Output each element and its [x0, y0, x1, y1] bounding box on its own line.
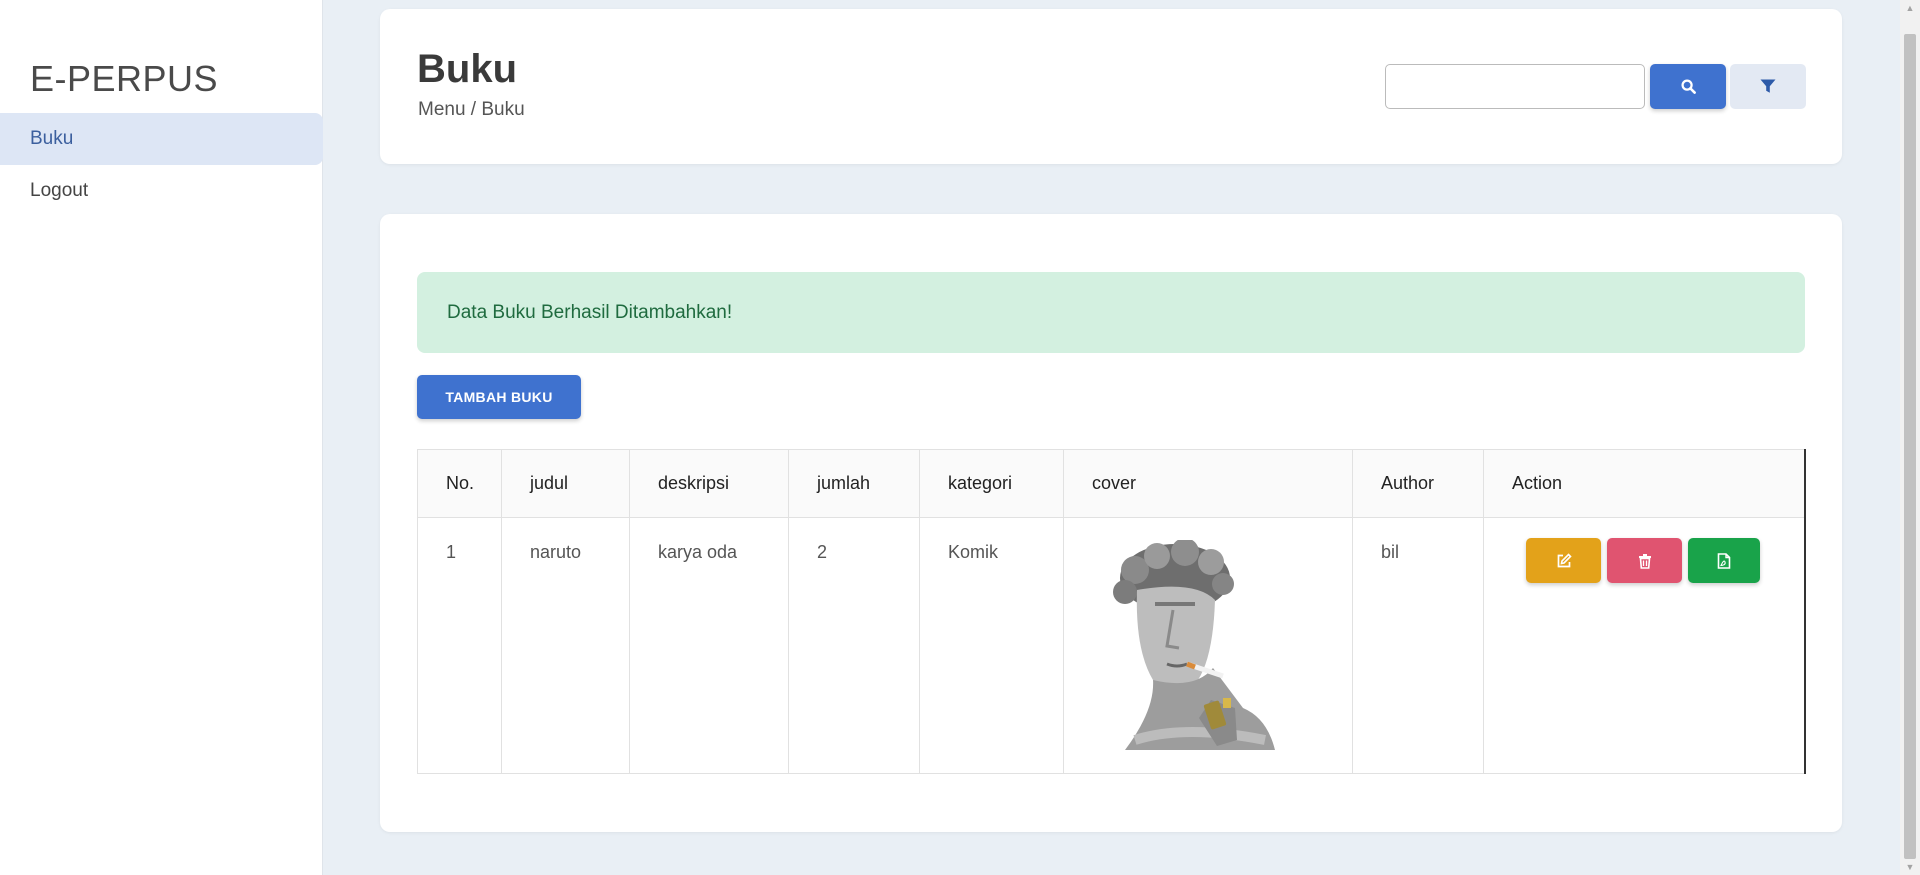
cell-cover: [1063, 517, 1353, 774]
row-actions: [1512, 538, 1804, 583]
delete-button[interactable]: [1607, 538, 1682, 583]
filter-icon: [1760, 79, 1776, 93]
cell-deskripsi: karya oda: [629, 517, 789, 774]
add-book-button[interactable]: TAMBAH BUKU: [417, 375, 581, 419]
filter-button[interactable]: [1730, 64, 1806, 109]
breadcrumb: Menu / Buku: [418, 99, 525, 120]
column-header-jumlah: jumlah: [788, 449, 920, 518]
cell-no: 1: [417, 517, 502, 774]
search-input[interactable]: [1385, 64, 1645, 109]
column-header-judul: judul: [501, 449, 630, 518]
trash-icon: [1638, 553, 1651, 569]
scrollbar-thumb[interactable]: [1904, 34, 1916, 859]
edit-icon: [1557, 552, 1572, 567]
column-header-no: No.: [417, 449, 502, 518]
column-header-kategori: kategori: [919, 449, 1064, 518]
main-card: Data Buku Berhasil Ditambahkan! TAMBAH B…: [380, 214, 1842, 832]
cell-author: bil: [1352, 517, 1484, 774]
search-button[interactable]: [1650, 64, 1726, 109]
table-row: 1 naruto karya oda 2 Komik bil: [417, 517, 1806, 774]
header-card: Buku Menu / Buku: [380, 9, 1842, 164]
brand-title: E-PERPUS: [30, 58, 219, 99]
pdf-button[interactable]: [1688, 538, 1760, 583]
cover-image: [1113, 540, 1275, 750]
scroll-up-arrow-icon[interactable]: ▲: [1900, 0, 1920, 16]
sidebar: E-PERPUS Buku Logout: [0, 0, 323, 875]
success-alert: Data Buku Berhasil Ditambahkan!: [417, 272, 1805, 353]
cell-judul: naruto: [501, 517, 630, 774]
edit-button[interactable]: [1526, 538, 1601, 583]
scroll-down-arrow-icon[interactable]: ▼: [1900, 859, 1920, 875]
page-title: Buku: [417, 47, 517, 91]
books-table: No. judul deskripsi jumlah kategori cove…: [417, 449, 1806, 774]
column-header-action: Action: [1483, 449, 1806, 518]
pdf-icon: [1717, 552, 1731, 569]
cell-kategori: Komik: [919, 517, 1064, 774]
page-scrollbar[interactable]: ▲ ▼: [1900, 0, 1920, 875]
column-header-author: Author: [1352, 449, 1484, 518]
cell-action: [1483, 517, 1806, 774]
column-header-deskripsi: deskripsi: [629, 449, 789, 518]
sidebar-item-logout[interactable]: Logout: [0, 165, 323, 217]
sidebar-item-buku[interactable]: Buku: [0, 113, 323, 165]
search-icon: [1680, 79, 1696, 94]
cell-jumlah: 2: [788, 517, 920, 774]
column-header-cover: cover: [1063, 449, 1353, 518]
table-header-row: No. judul deskripsi jumlah kategori cove…: [417, 449, 1806, 518]
